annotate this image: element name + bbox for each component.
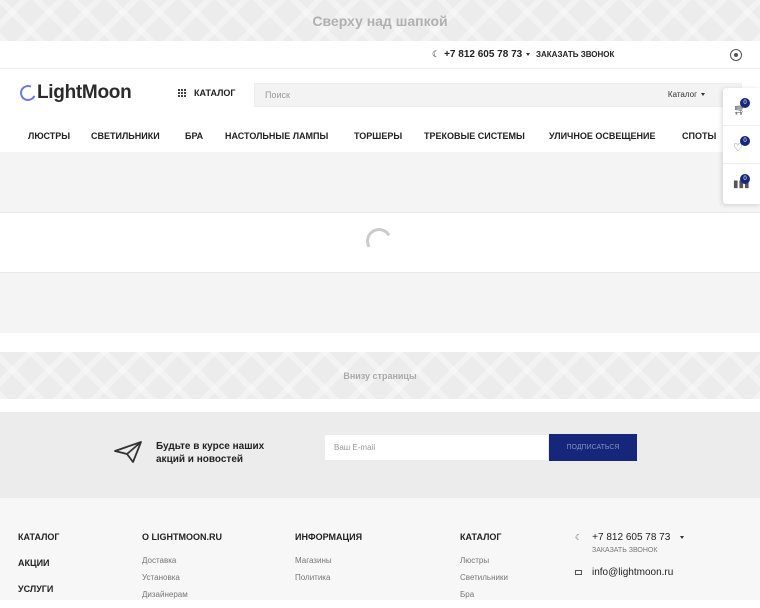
main-nav: ЛЮСТРЫ СВЕТИЛЬНИКИ БРА НАСТОЛЬНЫЕ ЛАМПЫ … [0, 121, 760, 152]
search-box: Каталог [254, 83, 742, 107]
header: LightMoon КАТАЛОГ Каталог [0, 69, 760, 121]
wishlist-button[interactable]: ♡ 0 [723, 126, 760, 164]
cart-button[interactable]: 🛒︎ 0 [723, 88, 760, 126]
catalog-button-label: КАТАЛОГ [194, 88, 236, 98]
content-placeholder-top [0, 152, 760, 212]
search-input[interactable] [255, 84, 635, 106]
nav-item-chandeliers[interactable]: ЛЮСТРЫ [28, 131, 70, 141]
subscribe-text: Будьте в курсе наших акций и новостей [156, 440, 264, 466]
chevron-down-icon [701, 93, 705, 96]
footer-col-catalog: КАТАЛОГ Люстры Светильники Бра [460, 532, 508, 607]
footer-col-about: О LIGHTMOON.RU Доставка Установка Дизайн… [142, 532, 222, 607]
footer-link[interactable]: Светильники [460, 573, 508, 582]
mail-icon [575, 570, 582, 575]
footer-link-promos[interactable]: АКЦИИ [18, 558, 60, 568]
nav-item-outdoor[interactable]: УЛИЧНОЕ ОСВЕЩЕНИЕ [549, 131, 656, 141]
footer-phone[interactable]: +7 812 605 78 73 [592, 532, 670, 543]
bottom-banner-text: Внизу страницы [343, 370, 417, 381]
cart-count-badge: 0 [740, 98, 750, 108]
grid-icon [178, 89, 186, 97]
search-category-select[interactable]: Каталог [668, 90, 705, 99]
subscribe-button[interactable]: подписаться [549, 434, 637, 461]
phone-icon: ☾ [575, 533, 583, 542]
logo-text: LightMoon [37, 82, 132, 103]
catalog-button[interactable]: КАТАЛОГ [178, 88, 236, 98]
footer-col-title[interactable]: О LIGHTMOON.RU [142, 532, 222, 542]
header-phone[interactable]: ☾ +7 812 605 78 73 [432, 49, 531, 60]
logo[interactable]: LightMoon [17, 82, 132, 104]
moon-logo-icon [17, 82, 39, 104]
side-action-panel: 🛒︎ 0 ♡ 0 ▮▮▮ 0 [723, 88, 760, 204]
chevron-down-icon[interactable] [680, 536, 685, 539]
footer-link[interactable]: Установка [142, 573, 222, 582]
footer-col-info: ИНФОРМАЦИЯ Магазины Политика [295, 532, 362, 590]
footer-link[interactable]: Политика [295, 573, 362, 582]
subscribe-text-line1: Будьте в курсе наших [156, 441, 265, 452]
footer-col-main: КАТАЛОГ АКЦИИ УСЛУГИ [18, 532, 60, 608]
phone-number[interactable]: +7 812 605 78 73 [444, 49, 522, 60]
chevron-down-icon[interactable] [526, 53, 531, 56]
compare-count-badge: 0 [740, 174, 750, 184]
footer-link[interactable]: Магазины [295, 556, 362, 565]
nav-item-sconces[interactable]: БРА [185, 131, 203, 141]
contact-bar: ☾ +7 812 605 78 73 ЗАКАЗАТЬ ЗВОНОК [0, 41, 760, 69]
top-banner: Сверху над шапкой [0, 0, 760, 41]
search-category-label: Каталог [667, 90, 697, 99]
content-placeholder-bottom [0, 273, 760, 333]
nav-item-spots[interactable]: СПОТЫ [682, 131, 716, 141]
footer-email[interactable]: info@lightmoon.ru [592, 567, 673, 578]
footer-link[interactable]: Дизайнерам [142, 590, 222, 599]
paper-plane-icon [114, 441, 142, 463]
footer-link[interactable]: Бра [460, 590, 508, 599]
footer-link-services[interactable]: УСЛУГИ [18, 584, 60, 594]
footer-link[interactable]: Доставка [142, 556, 222, 565]
nav-item-lamps[interactable]: СВЕТИЛЬНИКИ [91, 131, 160, 141]
footer-col-title[interactable]: ИНФОРМАЦИЯ [295, 532, 362, 542]
wishlist-count-badge: 0 [740, 136, 750, 146]
footer-link[interactable]: Люстры [460, 556, 508, 565]
callback-link[interactable]: ЗАКАЗАТЬ ЗВОНОК [536, 50, 614, 59]
bottom-banner: Внизу страницы [0, 352, 760, 399]
nav-item-table-lamps[interactable]: НАСТОЛЬНЫЕ ЛАМПЫ [225, 131, 328, 141]
footer-callback-link[interactable]: ЗАКАЗАТЬ ЗВОНОК [592, 547, 684, 554]
phone-icon: ☾ [432, 49, 441, 59]
footer-link-catalog[interactable]: КАТАЛОГ [18, 532, 60, 542]
footer-contacts: ☾ +7 812 605 78 73 ЗАКАЗАТЬ ЗВОНОК info@… [575, 532, 685, 578]
top-banner-text: Сверху над шапкой [312, 12, 448, 29]
email-field[interactable] [324, 434, 549, 461]
footer-col-title[interactable]: КАТАЛОГ [460, 532, 508, 542]
compare-button[interactable]: ▮▮▮ 0 [723, 164, 760, 202]
nav-item-floor-lamps[interactable]: ТОРШЕРЫ [354, 131, 402, 141]
nav-item-track-systems[interactable]: ТРЕКОВЫЕ СИСТЕМЫ [424, 131, 525, 141]
subscribe-text-line2: акций и новостей [156, 454, 244, 465]
user-icon[interactable] [730, 49, 742, 61]
